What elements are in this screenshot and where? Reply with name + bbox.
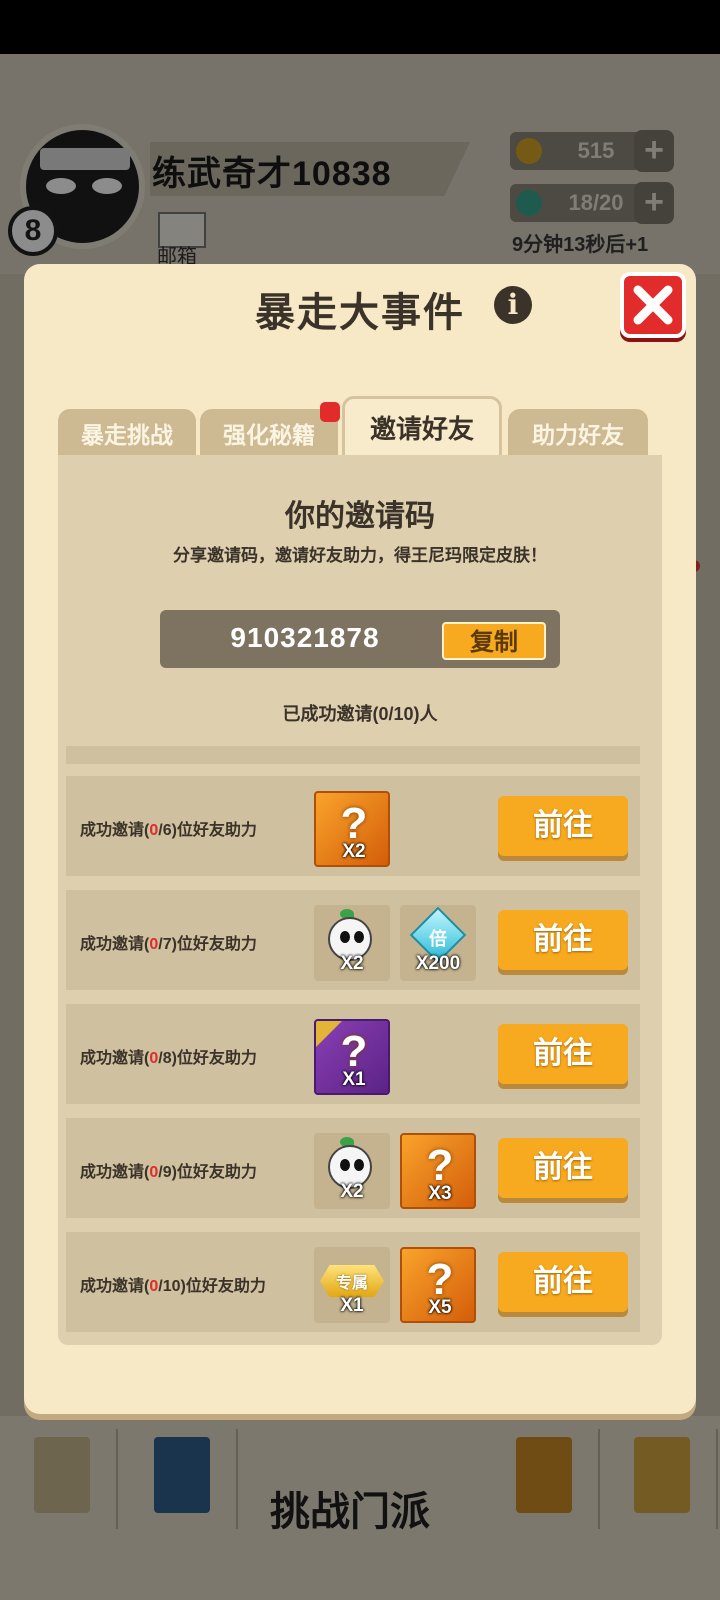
reward-list-scroll-edge — [66, 746, 640, 764]
reward-mystery-outfit[interactable]: ? X3 — [400, 1133, 476, 1209]
invite-panel: 你的邀请码 分享邀请码，邀请好友助力，得王尼玛限定皮肤！ 910321878 复… — [58, 455, 662, 1345]
reward-mascot[interactable]: X2 — [314, 905, 390, 981]
reward-multiplier-gem[interactable]: 倍 X200 — [400, 905, 476, 981]
invite-code-title: 你的邀请码 — [285, 500, 435, 533]
invite-description: 分享邀请码，邀请好友助力，得王尼玛限定皮肤！ — [173, 546, 547, 565]
reward-row: 成功邀请(0/6)位好友助力 ? X2 前往 — [66, 776, 640, 876]
go-button[interactable]: 前往 — [498, 1138, 628, 1198]
reward-row: 成功邀请(0/9)位好友助力 X2 ? X3 前往 — [66, 1118, 640, 1218]
reward-requirement: 成功邀请(0/7)位好友助力 — [80, 936, 257, 953]
reward-mystery-outfit[interactable]: ? X2 — [314, 791, 390, 867]
go-button[interactable]: 前往 — [498, 1252, 628, 1312]
reward-requirement: 成功邀请(0/8)位好友助力 — [80, 1050, 257, 1067]
modal-title: 暴走大事件 — [255, 291, 465, 335]
close-button[interactable] — [620, 272, 686, 338]
info-icon[interactable]: i — [494, 286, 532, 324]
tab-challenge[interactable]: 暴走挑战 — [58, 409, 196, 457]
tab-invite-friends[interactable]: 邀请好友 — [342, 396, 502, 458]
reward-mascot[interactable]: X2 — [314, 1133, 390, 1209]
go-button[interactable]: 前往 — [498, 796, 628, 856]
reward-mystery-epic[interactable]: ? X1 — [314, 1019, 390, 1095]
reward-row: 成功邀请(0/8)位好友助力 ? X1 前往 — [66, 1004, 640, 1104]
tab-notification-dot — [320, 402, 340, 422]
go-button[interactable]: 前往 — [498, 1024, 628, 1084]
reward-row: 成功邀请(0/7)位好友助力 X2 倍 X200 前往 — [66, 890, 640, 990]
event-modal: 暴走大事件 i 暴走挑战 强化秘籍 邀请好友 助力好友 你的邀请码 分享邀请码，… — [24, 264, 696, 1414]
tab-secret-manual[interactable]: 强化秘籍 — [200, 409, 338, 457]
reward-requirement: 成功邀请(0/6)位好友助力 — [80, 822, 257, 839]
tab-help-friends[interactable]: 助力好友 — [508, 409, 648, 457]
reward-row: 成功邀请(0/10)位好友助力 专属 X1 ? X5 前往 — [66, 1232, 640, 1332]
invite-code: 910321878 — [230, 622, 380, 653]
reward-requirement: 成功邀请(0/10)位好友助力 — [80, 1278, 266, 1295]
invited-count: 已成功邀请(0/10)人 — [282, 704, 438, 724]
reward-exclusive-badge[interactable]: 专属 X1 — [314, 1247, 390, 1323]
copy-button[interactable]: 复制 — [442, 622, 546, 660]
go-button[interactable]: 前往 — [498, 910, 628, 970]
invite-code-box: 910321878 复制 — [160, 610, 560, 668]
reward-mystery-weapon[interactable]: ? X5 — [400, 1247, 476, 1323]
close-icon — [633, 285, 673, 325]
reward-requirement: 成功邀请(0/9)位好友助力 — [80, 1164, 257, 1181]
